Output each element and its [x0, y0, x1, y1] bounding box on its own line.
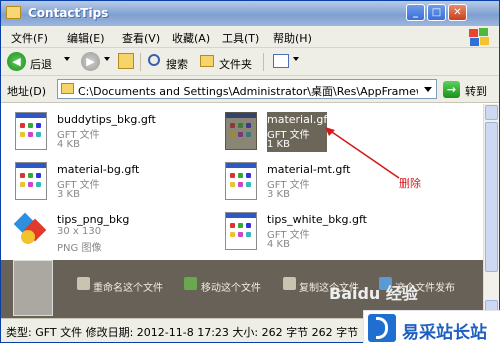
site-logo-icon [368, 314, 396, 342]
site-watermark-text: 易采站长站 [402, 323, 487, 343]
file-item[interactable]: tips_white_bkg.gft GFT 文件 4 KB [225, 212, 435, 260]
close-button[interactable]: ✕ [448, 4, 467, 21]
png-image-icon [13, 212, 47, 250]
copy-icon [283, 277, 296, 290]
annotation-arrow [325, 127, 400, 179]
file-name: tips_png_bkg [57, 213, 130, 226]
scroll-up-button[interactable] [485, 105, 498, 120]
menu-edit[interactable]: 编辑(E) [67, 30, 105, 46]
file-size: 3 KB [57, 189, 80, 200]
file-size: 4 KB [57, 139, 80, 150]
back-dropdown-icon[interactable] [64, 57, 70, 61]
window-title: ContactTips [28, 6, 109, 20]
image-dimensions: 30 x 130 [57, 226, 102, 237]
address-dropdown-icon[interactable] [420, 80, 436, 98]
address-bar: 地址(D) C:\Documents and Settings\Administ… [1, 76, 499, 103]
baidu-watermark: Baidu 经验 [329, 284, 418, 303]
go-button[interactable]: 转到 [465, 83, 487, 99]
file-size: 4 KB [267, 239, 290, 250]
title-bar[interactable]: ContactTips _ □ ✕ [1, 1, 499, 26]
views-icon[interactable] [273, 54, 289, 68]
menu-view[interactable]: 查看(V) [122, 30, 160, 46]
menu-bar: 文件(F) 编辑(E) 查看(V) 收藏(A) 工具(T) 帮助(H) [1, 26, 499, 48]
file-item[interactable]: tips_png_bkg 30 x 130 PNG 图像 [13, 212, 225, 260]
vertical-scrollbar[interactable] [483, 104, 499, 318]
address-input[interactable]: C:\Documents and Settings\Administrator\… [57, 79, 437, 99]
file-name: tips_white_bkg.gft [267, 213, 367, 226]
file-item[interactable]: buddytips_bkg.gft GFT 文件 4 KB [15, 112, 225, 160]
move-file-link[interactable]: 移动这个文件 [201, 279, 261, 294]
search-button[interactable]: 搜索 [166, 56, 188, 72]
search-icon[interactable] [148, 54, 160, 66]
menu-help[interactable]: 帮助(H) [273, 30, 312, 46]
file-size: 1 KB [267, 139, 290, 150]
gft-file-icon [225, 162, 257, 200]
file-size: 3 KB [267, 189, 290, 200]
views-dropdown-icon[interactable] [293, 57, 299, 61]
scroll-thumb[interactable] [485, 122, 498, 272]
rename-icon [77, 277, 90, 290]
site-watermark: 易采站长站 [363, 310, 500, 343]
toolbar-separator [263, 53, 264, 71]
toolbar: ◀ 后退 ▶ 搜索 文件夹 [1, 48, 499, 76]
move-icon [184, 277, 197, 290]
file-thumbnail [13, 260, 53, 316]
address-path[interactable]: C:\Documents and Settings\Administrator\… [78, 83, 418, 99]
folders-icon[interactable] [200, 55, 214, 67]
back-button[interactable]: 后退 [30, 56, 52, 72]
minimize-button[interactable]: _ [406, 4, 425, 21]
gft-file-icon [15, 162, 47, 200]
annotation-label: 删除 [399, 177, 421, 190]
file-name: material-bg.gft [57, 163, 140, 176]
file-item[interactable]: material-bg.gft GFT 文件 3 KB [15, 162, 225, 210]
address-label: 地址(D) [7, 85, 47, 98]
toolbar-separator [140, 53, 141, 71]
explorer-window: ContactTips _ □ ✕ 文件(F) 编辑(E) 查看(V) 收藏(A… [0, 0, 500, 343]
menu-tools[interactable]: 工具(T) [222, 30, 259, 46]
go-arrow-icon[interactable]: → [443, 81, 460, 98]
status-text: 类型: GFT 文件 修改日期: 2012-11-8 17:23 大小: 262… [6, 326, 359, 339]
gft-file-icon [225, 112, 257, 150]
menu-favorites[interactable]: 收藏(A) [172, 30, 210, 46]
folder-icon [6, 6, 21, 19]
forward-dropdown-icon[interactable] [104, 57, 110, 61]
gft-file-icon [225, 212, 257, 250]
back-arrow-icon[interactable]: ◀ [7, 52, 26, 71]
maximize-button[interactable]: □ [427, 4, 446, 21]
folder-icon [61, 83, 74, 94]
file-name: buddytips_bkg.gft [57, 113, 156, 126]
rename-file-link[interactable]: 重命名这个文件 [93, 279, 163, 294]
windows-logo-icon [467, 27, 491, 47]
menu-file[interactable]: 文件(F) [11, 30, 48, 46]
folders-button[interactable]: 文件夹 [219, 56, 252, 72]
forward-arrow-icon[interactable]: ▶ [81, 52, 100, 71]
file-name: material.gft [267, 113, 332, 126]
up-folder-icon[interactable] [118, 53, 134, 69]
file-type: PNG 图像 [57, 243, 102, 254]
gft-file-icon [15, 112, 47, 150]
